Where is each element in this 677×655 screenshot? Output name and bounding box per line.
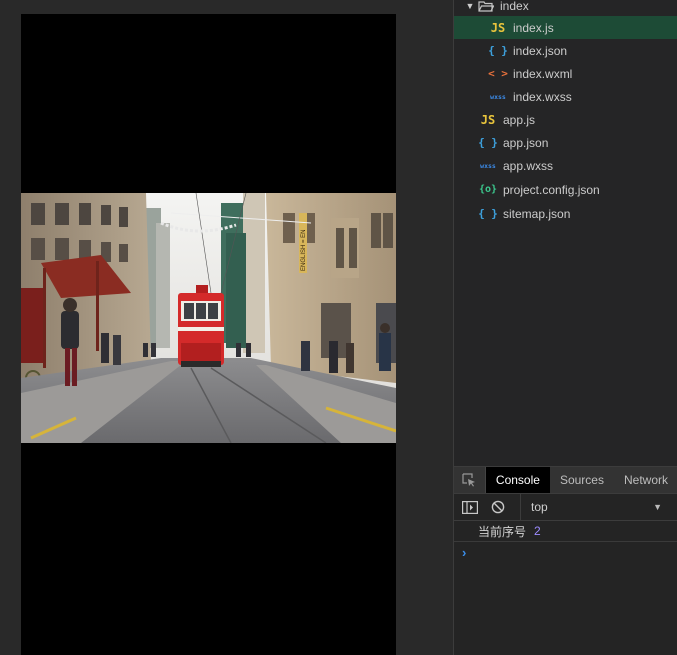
- js-file-icon: JS: [480, 112, 496, 127]
- clear-console-icon[interactable]: [484, 494, 512, 521]
- chevron-down-icon[interactable]: ▼: [464, 1, 476, 11]
- log-label: 当前序号: [478, 524, 527, 539]
- devtools-tab-bar: Console Sources Network: [454, 467, 677, 494]
- folder-open-icon: [478, 0, 495, 12]
- file-app-json[interactable]: { } app.json: [454, 131, 677, 154]
- tab-console[interactable]: Console: [485, 467, 550, 493]
- file-tree: ▼ index JS index.js { } index.json < > i…: [454, 0, 677, 466]
- json-file-icon: { }: [488, 44, 508, 57]
- tab-network[interactable]: Network: [614, 467, 677, 493]
- console-input[interactable]: ›: [454, 542, 677, 562]
- file-label: index.js: [513, 20, 554, 35]
- wxml-file-icon: < >: [488, 67, 508, 80]
- file-project-config-json[interactable]: {o} project.config.json: [454, 178, 677, 201]
- js-file-icon: JS: [490, 20, 506, 35]
- folder-index[interactable]: ▼ index: [454, 0, 677, 17]
- config-file-icon: {o}: [478, 184, 498, 195]
- file-label: project.config.json: [503, 182, 600, 197]
- json-file-icon: { }: [478, 136, 498, 149]
- console-log-entry: 当前序号 2: [454, 521, 677, 542]
- right-panel: ▼ index JS index.js { } index.json < > i…: [453, 0, 677, 655]
- file-index-wxss[interactable]: wxss index.wxss: [454, 85, 677, 108]
- json-file-icon: { }: [478, 207, 498, 220]
- street-sign-text: ENGLISH = EN: [301, 229, 307, 271]
- file-index-js[interactable]: JS index.js: [454, 16, 677, 39]
- file-label: index.wxss: [513, 89, 572, 104]
- context-selector[interactable]: top ▼: [520, 493, 670, 521]
- file-label: app.json: [503, 135, 549, 150]
- file-sitemap-json[interactable]: { } sitemap.json: [454, 202, 677, 225]
- file-index-json[interactable]: { } index.json: [454, 39, 677, 62]
- file-label: index.wxml: [513, 66, 573, 81]
- file-label: app.js: [503, 112, 536, 127]
- devtools-window: ENGLISH = EN ▼ index JS index.js {} ind…: [0, 0, 677, 655]
- file-app-wxss[interactable]: wxss app.wxss: [454, 154, 677, 177]
- phone-screen: ENGLISH = EN: [21, 14, 396, 655]
- log-value: 2: [534, 524, 541, 538]
- context-value: top: [531, 500, 548, 514]
- prompt-chevron-icon: ›: [462, 544, 467, 560]
- street-tram-image[interactable]: ENGLISH = EN: [21, 193, 396, 443]
- file-label: app.wxss: [503, 158, 554, 173]
- file-label: index.json: [513, 43, 568, 58]
- file-index-wxml[interactable]: < > index.wxml: [454, 62, 677, 85]
- file-app-js[interactable]: JS app.js: [454, 108, 677, 131]
- sidebar-toggle-icon[interactable]: [456, 494, 484, 521]
- wxss-file-icon: wxss: [480, 161, 496, 170]
- console-toolbar: top ▼: [454, 493, 677, 521]
- folder-label: index: [500, 0, 529, 13]
- wxss-file-icon: wxss: [490, 92, 506, 101]
- simulator-panel: ENGLISH = EN: [0, 0, 453, 655]
- devtools-panel: Console Sources Network top ▼ 当前序号 2 ›: [454, 466, 677, 655]
- inspect-element-icon[interactable]: [454, 467, 486, 493]
- dropdown-arrow-icon: ▼: [653, 501, 662, 512]
- tab-sources[interactable]: Sources: [550, 467, 614, 493]
- file-label: sitemap.json: [503, 206, 571, 221]
